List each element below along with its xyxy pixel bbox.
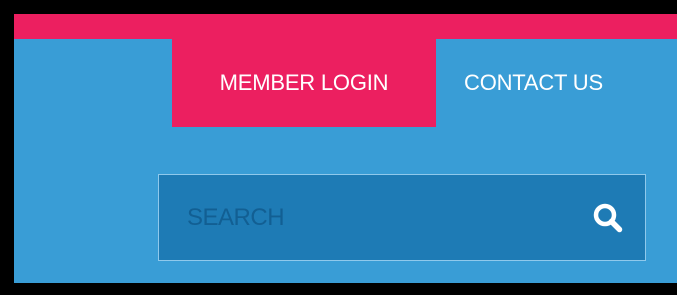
top-nav: MEMBER LOGIN CONTACT US <box>14 39 677 127</box>
top-accent-bar <box>14 14 677 39</box>
site-header: MEMBER LOGIN CONTACT US <box>14 14 677 283</box>
member-login-link[interactable]: MEMBER LOGIN <box>172 39 436 127</box>
search-button[interactable] <box>577 175 639 260</box>
search-box <box>158 174 646 261</box>
contact-us-link[interactable]: CONTACT US <box>436 39 677 127</box>
search-input[interactable] <box>159 174 577 261</box>
search-icon <box>593 203 623 232</box>
